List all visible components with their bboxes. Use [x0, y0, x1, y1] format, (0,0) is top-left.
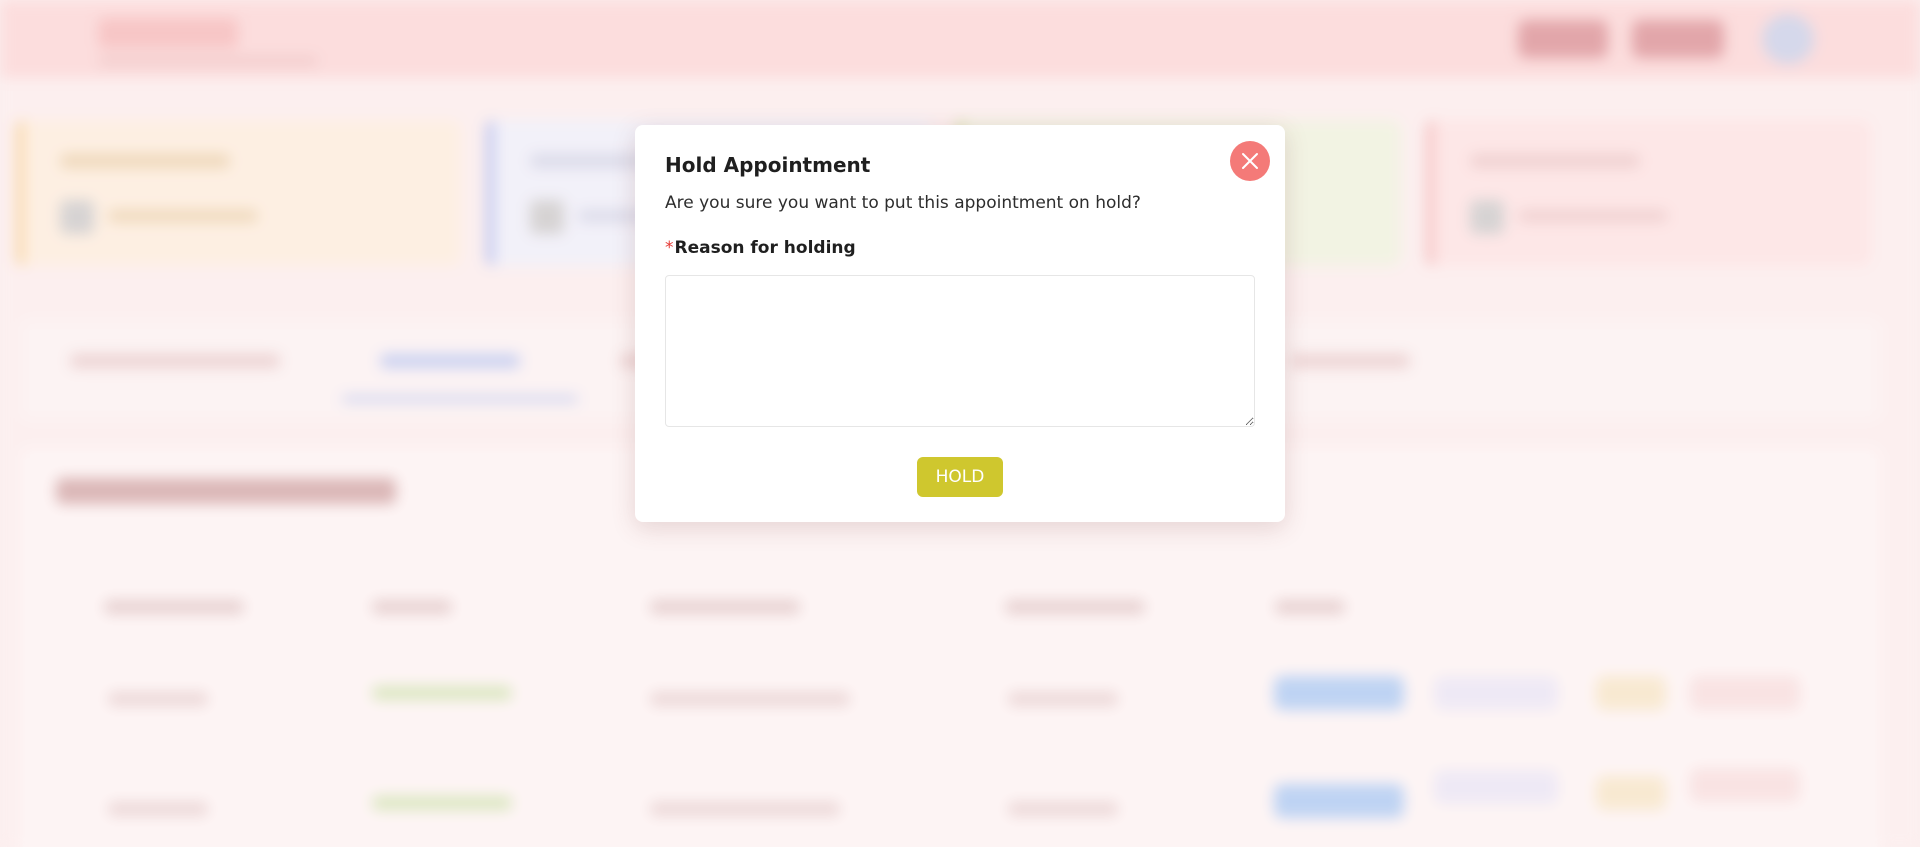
- hold-button[interactable]: HOLD: [917, 457, 1003, 497]
- close-icon: [1242, 153, 1258, 169]
- reason-label-text: Reason for holding: [674, 238, 856, 258]
- required-marker: *: [665, 238, 674, 258]
- reason-input[interactable]: [665, 275, 1255, 427]
- hold-appointment-modal: Hold Appointment Are you sure you want t…: [635, 125, 1285, 522]
- modal-title: Hold Appointment: [665, 153, 871, 177]
- confirmation-message: Are you sure you want to put this appoin…: [665, 193, 1141, 213]
- close-button[interactable]: [1230, 141, 1270, 181]
- reason-label: *Reason for holding: [665, 238, 856, 258]
